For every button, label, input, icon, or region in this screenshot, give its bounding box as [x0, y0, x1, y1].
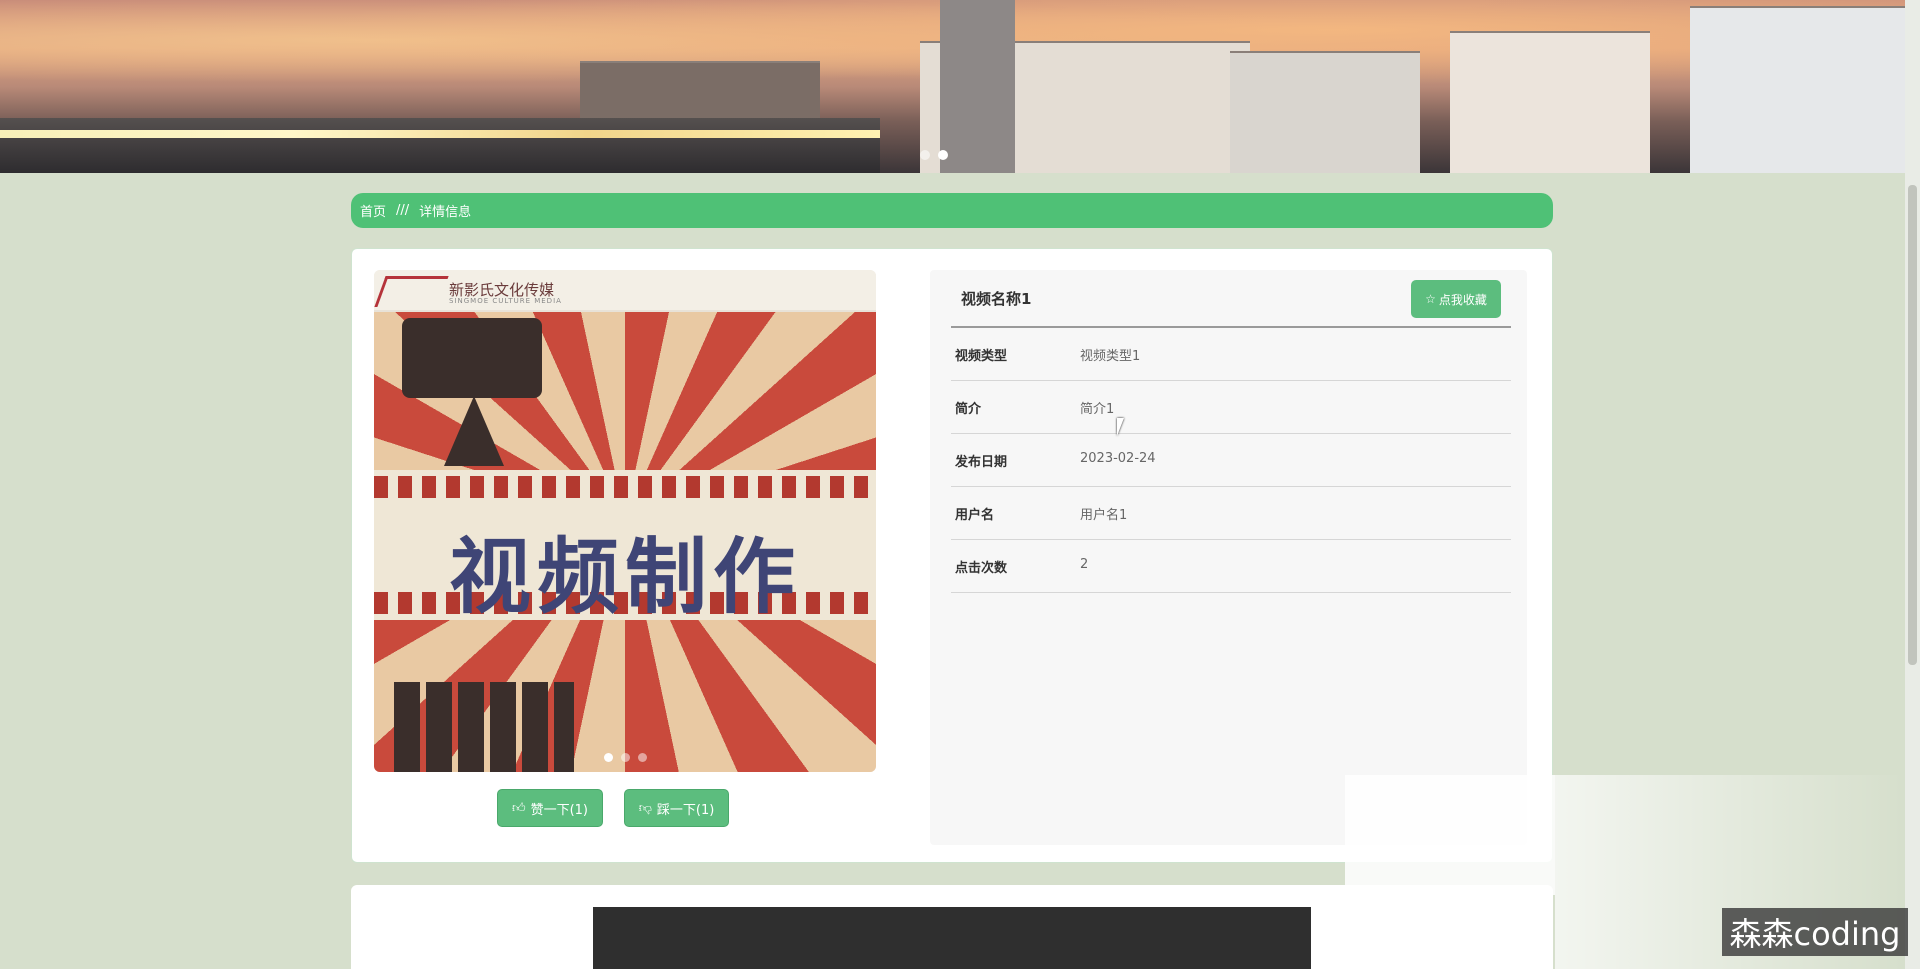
- hero-banner: [0, 0, 1905, 173]
- video-name: 视频名称1: [961, 290, 1032, 308]
- video-player-card: [351, 885, 1553, 969]
- like-button[interactable]: 👍︎ 赞一下(1): [497, 789, 603, 827]
- banner-bridge: [0, 118, 880, 173]
- overlay-fade: [1345, 775, 1555, 895]
- poster-title: 视频制作: [448, 529, 801, 625]
- field-value: 简介1: [1080, 402, 1115, 417]
- detail-info-panel: 视频名称1 ☆ 点我收藏 视频类型 视频类型1 简介 简介1 发布日期 2023…: [930, 270, 1527, 845]
- breadcrumb: 首页 /// 详情信息: [351, 193, 1553, 228]
- detail-card: 新影氏文化传媒 SINGMOE CULTURE MEDIA 视频制作 👍︎ 赞一…: [351, 248, 1553, 863]
- dislike-label: 踩一下(1): [656, 802, 715, 818]
- field-label: 用户名: [955, 508, 995, 523]
- breadcrumb-home-link[interactable]: 首页: [360, 201, 386, 220]
- detail-row-date: 发布日期 2023-02-24: [951, 434, 1511, 487]
- poster-carousel-dots[interactable]: [604, 753, 647, 762]
- detail-row-type: 视频类型 视频类型1: [951, 328, 1511, 381]
- like-label: 赞一下(1): [530, 802, 588, 818]
- favorite-button[interactable]: ☆ 点我收藏: [1411, 280, 1501, 318]
- page-scrollbar[interactable]: [1905, 0, 1920, 969]
- carousel-dot-active[interactable]: [938, 150, 948, 160]
- field-value: 2: [1080, 557, 1089, 572]
- field-label: 发布日期: [955, 455, 1008, 470]
- breadcrumb-separator: ///: [396, 203, 410, 218]
- banner-tower: [940, 0, 1015, 173]
- scrollbar-thumb[interactable]: [1908, 185, 1917, 665]
- detail-row-clicks: 点击次数 2: [951, 540, 1511, 593]
- carousel-dot[interactable]: [638, 753, 647, 762]
- field-value: 用户名1: [1080, 508, 1128, 523]
- film-camera-icon: [402, 318, 542, 398]
- thumbs-down-icon: 👎︎: [638, 800, 652, 816]
- field-value: 视频类型1: [1080, 349, 1141, 364]
- carousel-dot[interactable]: [621, 753, 630, 762]
- mouse-cursor-icon: [1117, 418, 1131, 436]
- city-silhouette-icon: [394, 682, 574, 772]
- detail-row-intro: 简介 简介1: [951, 381, 1511, 434]
- banner-building: [1450, 31, 1650, 173]
- banner-building: [1690, 6, 1905, 173]
- banner-carousel-dots[interactable]: [920, 150, 948, 160]
- tripod-icon: [444, 396, 504, 466]
- dislike-button[interactable]: 👎︎ 踩一下(1): [624, 789, 729, 827]
- detail-header: 视频名称1 ☆ 点我收藏: [951, 270, 1511, 328]
- detail-row-username: 用户名 用户名1: [951, 487, 1511, 540]
- favorite-label: 点我收藏: [1438, 292, 1487, 307]
- field-label: 视频类型: [955, 349, 1008, 364]
- poster-logo-subtext: SINGMOE CULTURE MEDIA: [449, 297, 562, 305]
- star-icon: ☆: [1425, 292, 1436, 306]
- field-value: 2023-02-24: [1080, 451, 1156, 466]
- watermark: 森森coding: [1722, 908, 1908, 956]
- poster-logo: 新影氏文化传媒 SINGMOE CULTURE MEDIA: [374, 270, 876, 310]
- breadcrumb-current: 详情信息: [419, 205, 472, 220]
- carousel-dot[interactable]: [920, 150, 930, 160]
- video-poster-carousel[interactable]: 新影氏文化传媒 SINGMOE CULTURE MEDIA 视频制作: [374, 270, 876, 772]
- thumbs-up-icon: 👍︎: [511, 800, 526, 816]
- field-label: 简介: [955, 402, 982, 417]
- logo-mark-icon: [374, 276, 449, 307]
- banner-building: [1230, 51, 1420, 173]
- carousel-dot-active[interactable]: [604, 753, 613, 762]
- field-label: 点击次数: [955, 561, 1008, 576]
- video-player[interactable]: [593, 907, 1311, 969]
